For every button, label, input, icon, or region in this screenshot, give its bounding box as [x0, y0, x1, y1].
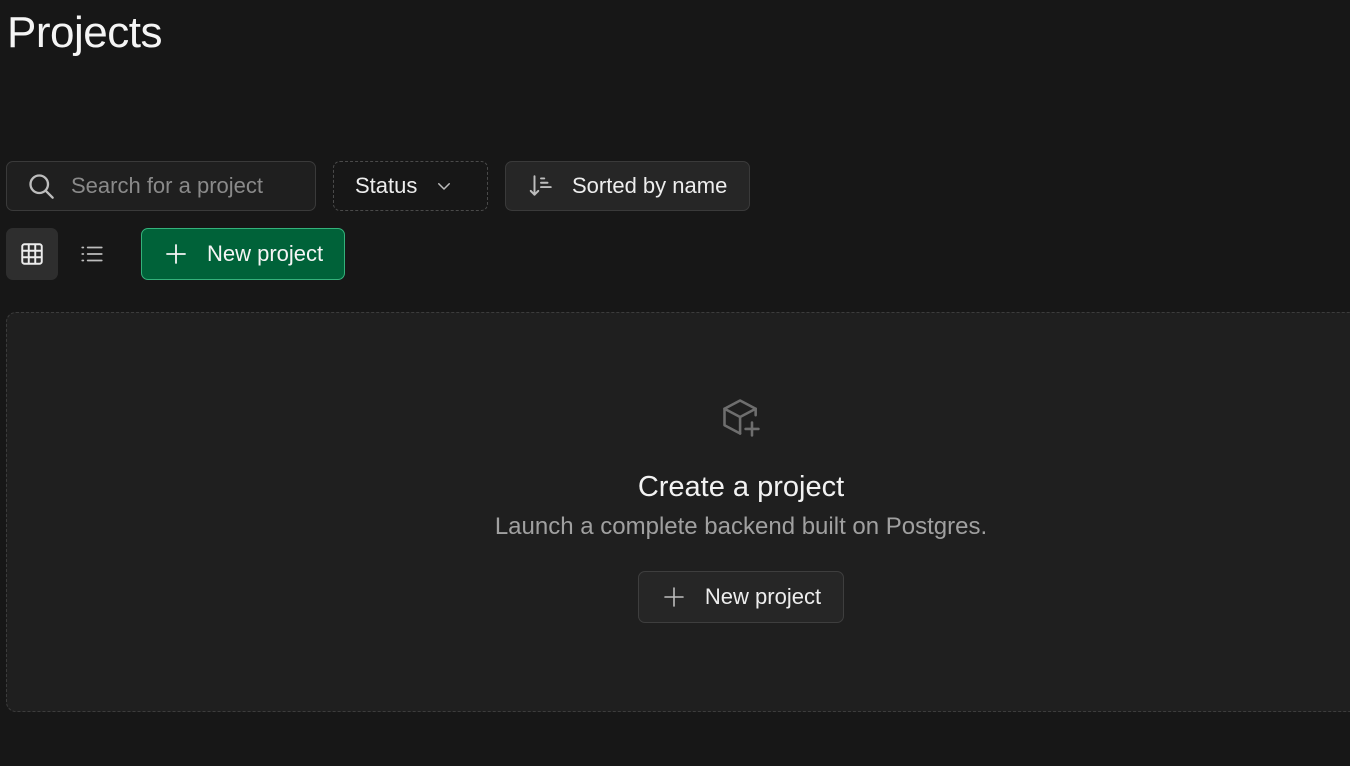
- projects-page: Projects Status: [0, 0, 1350, 766]
- plus-icon: [164, 242, 188, 266]
- filter-toolbar: Status Sorted by name: [6, 160, 751, 212]
- box-plus-icon: [719, 395, 763, 439]
- page-title: Projects: [7, 8, 162, 57]
- search-input[interactable]: [71, 173, 301, 199]
- new-project-label: New project: [207, 241, 324, 266]
- search-box[interactable]: [6, 161, 316, 211]
- chevron-down-icon: [435, 177, 453, 195]
- sort-icon: [528, 173, 554, 199]
- empty-state-panel: Create a project Launch a complete backe…: [6, 312, 1350, 712]
- empty-state-title: Create a project: [637, 471, 845, 503]
- plus-icon: [662, 585, 686, 609]
- empty-state-content: Create a project Launch a complete backe…: [7, 313, 1350, 623]
- search-icon: [27, 172, 55, 200]
- sort-button[interactable]: Sorted by name: [505, 161, 751, 211]
- grid-view-toggle[interactable]: [6, 228, 58, 280]
- view-toolbar: New project: [6, 228, 346, 280]
- status-filter-label: Status: [355, 173, 418, 198]
- empty-state-description: Launch a complete backend built on Postg…: [494, 513, 988, 540]
- grid-icon: [19, 241, 45, 267]
- sort-label: Sorted by name: [572, 173, 728, 198]
- empty-state-button-label: New project: [704, 584, 822, 609]
- list-view-toggle[interactable]: [66, 228, 118, 280]
- status-filter-button[interactable]: Status: [333, 161, 488, 211]
- new-project-button[interactable]: New project: [141, 228, 346, 280]
- list-icon: [79, 241, 105, 267]
- empty-state-new-project-button[interactable]: New project: [637, 571, 845, 623]
